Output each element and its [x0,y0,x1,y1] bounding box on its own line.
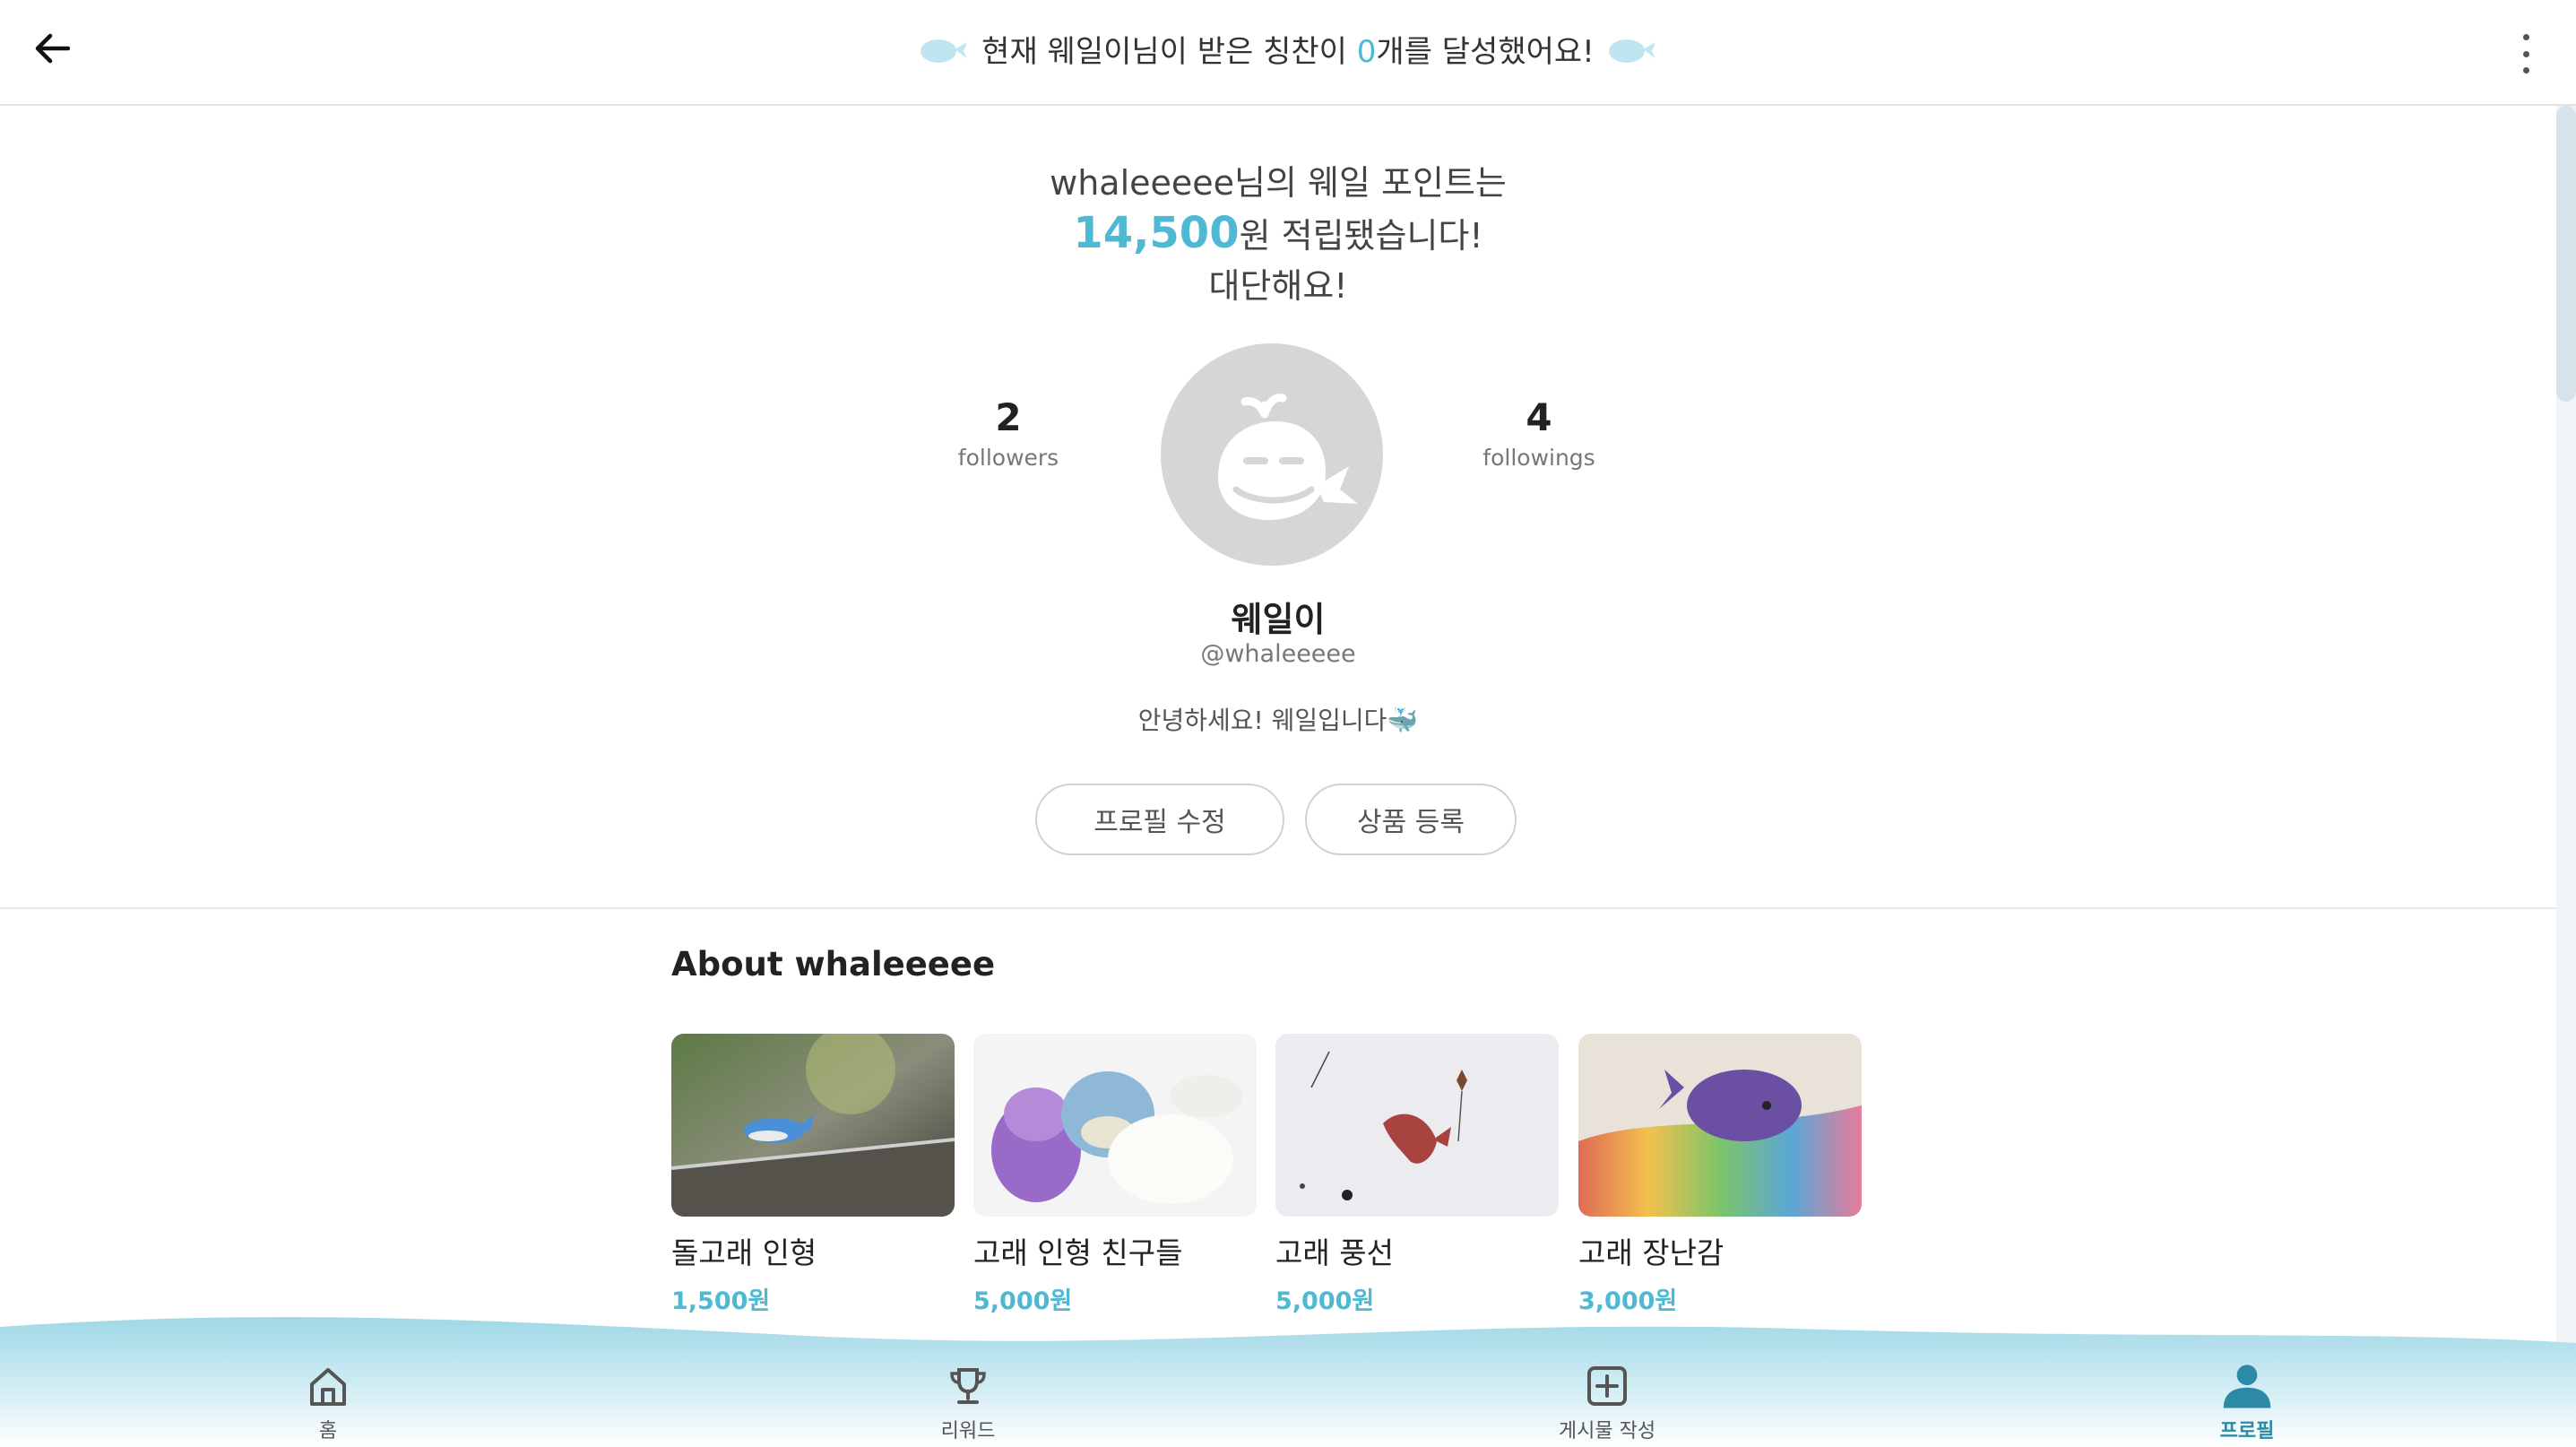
plus-square-icon [1587,1366,1627,1406]
compliment-prefix: 현재 웨일이님이 받은 칭찬이 [981,34,1357,70]
user-icon [2223,1365,2271,1408]
whale-icon [1608,39,1655,63]
product-name: 고래 인형 친구들 [973,1235,1183,1270]
profile-handle: @whaleeeee [1200,640,1356,668]
profile-bio: 안녕하세요! 웨일입니다🐳 [1137,706,1419,735]
points-message: whaleeeee님의 웨일 포인트는 14,500원 적립됐습니다! 대단해요… [0,158,2556,311]
nav-home-label: 홈 [318,1420,338,1443]
scrollbar-thumb[interactable] [2556,106,2576,402]
product-image-whale-toy [1578,1034,1862,1217]
product-card[interactable]: 고래 인형 친구들 5,000원 [973,1034,1257,1316]
avatar [1161,343,1383,566]
product-image-whale-plush-friends [973,1034,1257,1217]
points-amount: 14,500 [1073,208,1240,258]
compliment-count: 0 [1356,34,1377,70]
product-card[interactable]: 고래 장난감 3,000원 [1578,1034,1862,1316]
trophy-icon [950,1368,986,1404]
product-name: 돌고래 인형 [671,1235,817,1270]
followings-count: 4 [1526,395,1552,439]
followers-count: 2 [995,395,1022,439]
nav-profile[interactable]: 프로필 [2148,1361,2346,1443]
followings-label: followings [1482,445,1595,471]
nav-reward-label: 리워드 [940,1420,996,1443]
points-line-1: whaleeeee님의 웨일 포인트는 [1050,163,1507,203]
product-card[interactable]: 돌고래 인형 1,500원 [671,1034,955,1316]
more-menu-button[interactable] [2515,34,2537,74]
register-product-button[interactable]: 상품 등록 [1305,784,1517,855]
product-image-whale-balloon [1275,1034,1559,1217]
nav-home[interactable]: 홈 [229,1361,427,1443]
points-line-3: 대단해요! [1208,266,1348,306]
nav-write-post-label: 게시물 작성 [1558,1420,1656,1443]
about-title: About whaleeeee [671,945,996,983]
whale-icon [921,39,968,63]
nav-reward[interactable]: 리워드 [869,1361,1067,1443]
product-name: 고래 장난감 [1578,1235,1725,1270]
followers-label: followers [957,445,1059,471]
product-card[interactable]: 고래 풍선 5,000원 [1275,1034,1559,1316]
followers-stat[interactable]: 2 followers [919,394,1098,471]
followings-stat[interactable]: 4 followings [1449,394,1629,471]
product-name: 고래 풍선 [1275,1235,1394,1270]
compliment-message: 현재 웨일이님이 받은 칭찬이 0개를 달성했어요! [0,27,2576,71]
home-icon [310,1368,346,1406]
edit-profile-button[interactable]: 프로필 수정 [1035,784,1284,855]
points-line-2: 원 적립됐습니다! [1239,216,1483,256]
product-image-dolphin-doll [671,1034,955,1217]
whale-avatar-icon [1218,394,1358,520]
top-bar: 현재 웨일이님이 받은 칭찬이 0개를 달성했어요! [0,0,2576,106]
nav-write-post[interactable]: 게시물 작성 [1508,1361,1706,1443]
section-divider [0,907,2556,909]
profile-name: 웨일이 [1231,600,1326,639]
nav-profile-label: 프로필 [2219,1420,2275,1443]
compliment-suffix: 개를 달성했어요! [1376,34,1595,70]
more-vertical-icon [2522,34,2529,40]
